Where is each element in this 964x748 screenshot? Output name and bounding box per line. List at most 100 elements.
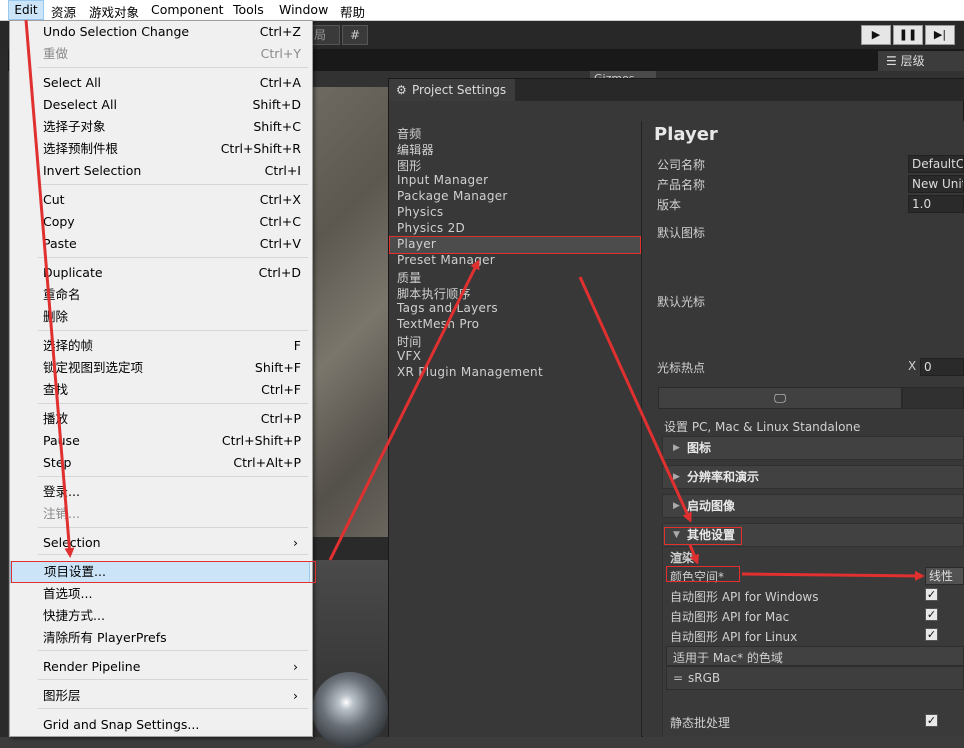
- settings-category-item[interactable]: Tags and Layers: [397, 301, 498, 315]
- menu-item-label: Cut: [43, 192, 65, 207]
- company-name-field[interactable]: DefaultCompany: [908, 155, 964, 173]
- hierarchy-tab-label: 层级: [900, 54, 925, 68]
- menu-item-label: Copy: [43, 214, 75, 229]
- edit-menu-item[interactable]: Undo Selection Change Ctrl+Z: [10, 21, 310, 43]
- menu-gameobject[interactable]: 游戏对象: [89, 2, 139, 21]
- menu-item-shortcut: Ctrl+F: [261, 382, 301, 397]
- menu-item-label: Invert Selection: [43, 163, 142, 178]
- edit-menu-item[interactable]: 首选项...: [10, 583, 310, 605]
- edit-menu-item[interactable]: 选择预制件根 Ctrl+Shift+R: [10, 138, 310, 160]
- edit-menu-item[interactable]: Duplicate Ctrl+D: [10, 262, 310, 284]
- settings-category-item[interactable]: 编辑器: [397, 141, 434, 158]
- auto-graphics-api-linux-checkbox[interactable]: ✓: [925, 628, 938, 641]
- edit-menu-item[interactable]: 重命名: [10, 284, 310, 306]
- edit-menu-item[interactable]: 选择子对象 Shift+C: [10, 116, 310, 138]
- mac-color-gamut-label: 适用于 Mac* 的色域: [673, 651, 783, 665]
- srgb-item[interactable]: sRGB: [688, 671, 720, 685]
- edit-menu-item[interactable]: 重做 Ctrl+Y: [10, 43, 310, 65]
- edit-menu-item[interactable]: 锁定视图到选定项 Shift+F: [10, 357, 310, 379]
- edit-menu-item[interactable]: 查找 Ctrl+F: [10, 379, 310, 401]
- edit-menu-item[interactable]: 播放 Ctrl+P: [10, 408, 310, 430]
- settings-category-item[interactable]: Preset Manager: [397, 253, 495, 267]
- auto-graphics-api-mac-checkbox[interactable]: ✓: [925, 608, 938, 621]
- edit-menu-item[interactable]: Pause Ctrl+Shift+P: [10, 430, 310, 452]
- submenu-arrow-icon: ›: [293, 659, 298, 674]
- project-settings-title: Project Settings: [412, 83, 507, 97]
- edit-menu-item[interactable]: Select All Ctrl+A: [10, 72, 310, 94]
- scene-view[interactable]: [313, 87, 389, 537]
- edit-menu-item[interactable]: 注销...: [10, 503, 310, 525]
- edit-menu-item[interactable]: Grid and Snap Settings...: [10, 714, 310, 736]
- menu-item-label: 注销...: [43, 506, 80, 521]
- foldout-icon[interactable]: ▶ 图标: [662, 436, 964, 460]
- play-button[interactable]: ▶: [861, 25, 891, 45]
- menu-item-shortcut: Ctrl+Alt+P: [233, 455, 301, 470]
- drag-handle-icon[interactable]: =: [673, 671, 683, 685]
- auto-graphics-api-windows-checkbox[interactable]: ✓: [925, 588, 938, 601]
- menu-help[interactable]: 帮助: [340, 2, 365, 21]
- edit-menu-item[interactable]: 选择的帧 F: [10, 335, 310, 357]
- grid-snap-icon[interactable]: #: [342, 25, 368, 45]
- step-button[interactable]: ▶|: [925, 25, 955, 45]
- edit-menu-item[interactable]: 删除: [10, 306, 310, 328]
- menu-assets[interactable]: 资源: [51, 2, 76, 21]
- platform-tab-other[interactable]: [902, 387, 964, 409]
- edit-menu-item[interactable]: 登录...: [10, 481, 310, 503]
- edit-menu-item[interactable]: 清除所有 PlayerPrefs: [10, 627, 310, 649]
- menu-item-label: 登录...: [43, 484, 80, 499]
- project-settings-tab[interactable]: ⚙ Project Settings: [389, 79, 515, 101]
- color-space-dropdown[interactable]: 线性: [925, 567, 964, 585]
- static-batching-label: 静态批处理: [670, 716, 731, 730]
- menu-item-label: 首选项...: [43, 586, 93, 601]
- product-name-field[interactable]: New Unity Project: [908, 175, 964, 193]
- settings-category-item[interactable]: Player: [397, 237, 436, 251]
- settings-category-item[interactable]: Input Manager: [397, 173, 488, 187]
- menu-separator: [38, 403, 308, 404]
- static-batching-checkbox[interactable]: ✓: [925, 714, 938, 727]
- edit-menu-item[interactable]: 图形层 ›: [10, 685, 310, 707]
- settings-category-item[interactable]: 图形: [397, 157, 422, 174]
- settings-category-item[interactable]: 时间: [397, 333, 422, 350]
- edit-menu-item[interactable]: Deselect All Shift+D: [10, 94, 310, 116]
- menu-window[interactable]: Window: [279, 2, 328, 17]
- hotspot-x-field[interactable]: 0: [920, 358, 964, 376]
- edit-menu-item[interactable]: Invert Selection Ctrl+I: [10, 160, 310, 182]
- menu-edit[interactable]: Edit: [8, 0, 44, 20]
- edit-menu-item[interactable]: 快捷方式...: [10, 605, 310, 627]
- menu-item-shortcut: Ctrl+X: [259, 192, 301, 207]
- menu-item-shortcut: Ctrl+V: [259, 236, 301, 251]
- foldout-label: 启动图像: [687, 499, 736, 513]
- settings-category-item[interactable]: XR Plugin Management: [397, 365, 543, 379]
- settings-category-item[interactable]: 质量: [397, 269, 422, 286]
- edit-menu-item[interactable]: Paste Ctrl+V: [10, 233, 310, 255]
- edit-menu-item[interactable]: Selection ›: [10, 532, 310, 554]
- settings-category-item[interactable]: 脚本执行顺序: [397, 285, 471, 302]
- edit-menu-item[interactable]: Copy Ctrl+C: [10, 211, 310, 233]
- version-field[interactable]: 1.0: [908, 195, 964, 213]
- annotation-box-color-space: [666, 566, 740, 582]
- menu-component[interactable]: Component: [151, 2, 224, 17]
- settings-category-item[interactable]: Package Manager: [397, 189, 508, 203]
- settings-category-item[interactable]: Physics: [397, 205, 443, 219]
- settings-category-item[interactable]: TextMesh Pro: [397, 317, 479, 331]
- edit-menu-item[interactable]: Step Ctrl+Alt+P: [10, 452, 310, 474]
- menu-item-shortcut: Ctrl+Z: [259, 24, 301, 39]
- settings-category-item[interactable]: Physics 2D: [397, 221, 465, 235]
- menu-separator: [38, 554, 308, 555]
- menu-separator: [38, 257, 308, 258]
- settings-category-item[interactable]: 音频: [397, 125, 422, 142]
- menu-item-label: Undo Selection Change: [43, 24, 190, 39]
- platform-tab-standalone[interactable]: 🖵: [658, 387, 902, 409]
- foldout-resolution[interactable]: ▶ 分辨率和演示: [662, 465, 964, 489]
- foldout-splash[interactable]: ▶ 启动图像: [662, 494, 964, 518]
- settings-category-item[interactable]: VFX: [397, 349, 421, 363]
- rendering-header: 渲染: [670, 551, 695, 565]
- pause-button[interactable]: ❚❚: [893, 25, 923, 45]
- menu-tools[interactable]: Tools: [233, 2, 264, 17]
- menu-item-label: 播放: [43, 411, 69, 426]
- menu-item-shortcut: Ctrl+P: [260, 411, 301, 426]
- edit-menu-item[interactable]: Cut Ctrl+X: [10, 189, 310, 211]
- edit-menu-item[interactable]: Render Pipeline ›: [10, 656, 310, 678]
- menu-separator: [38, 708, 308, 709]
- hierarchy-tab[interactable]: ☰ 层级: [878, 51, 964, 71]
